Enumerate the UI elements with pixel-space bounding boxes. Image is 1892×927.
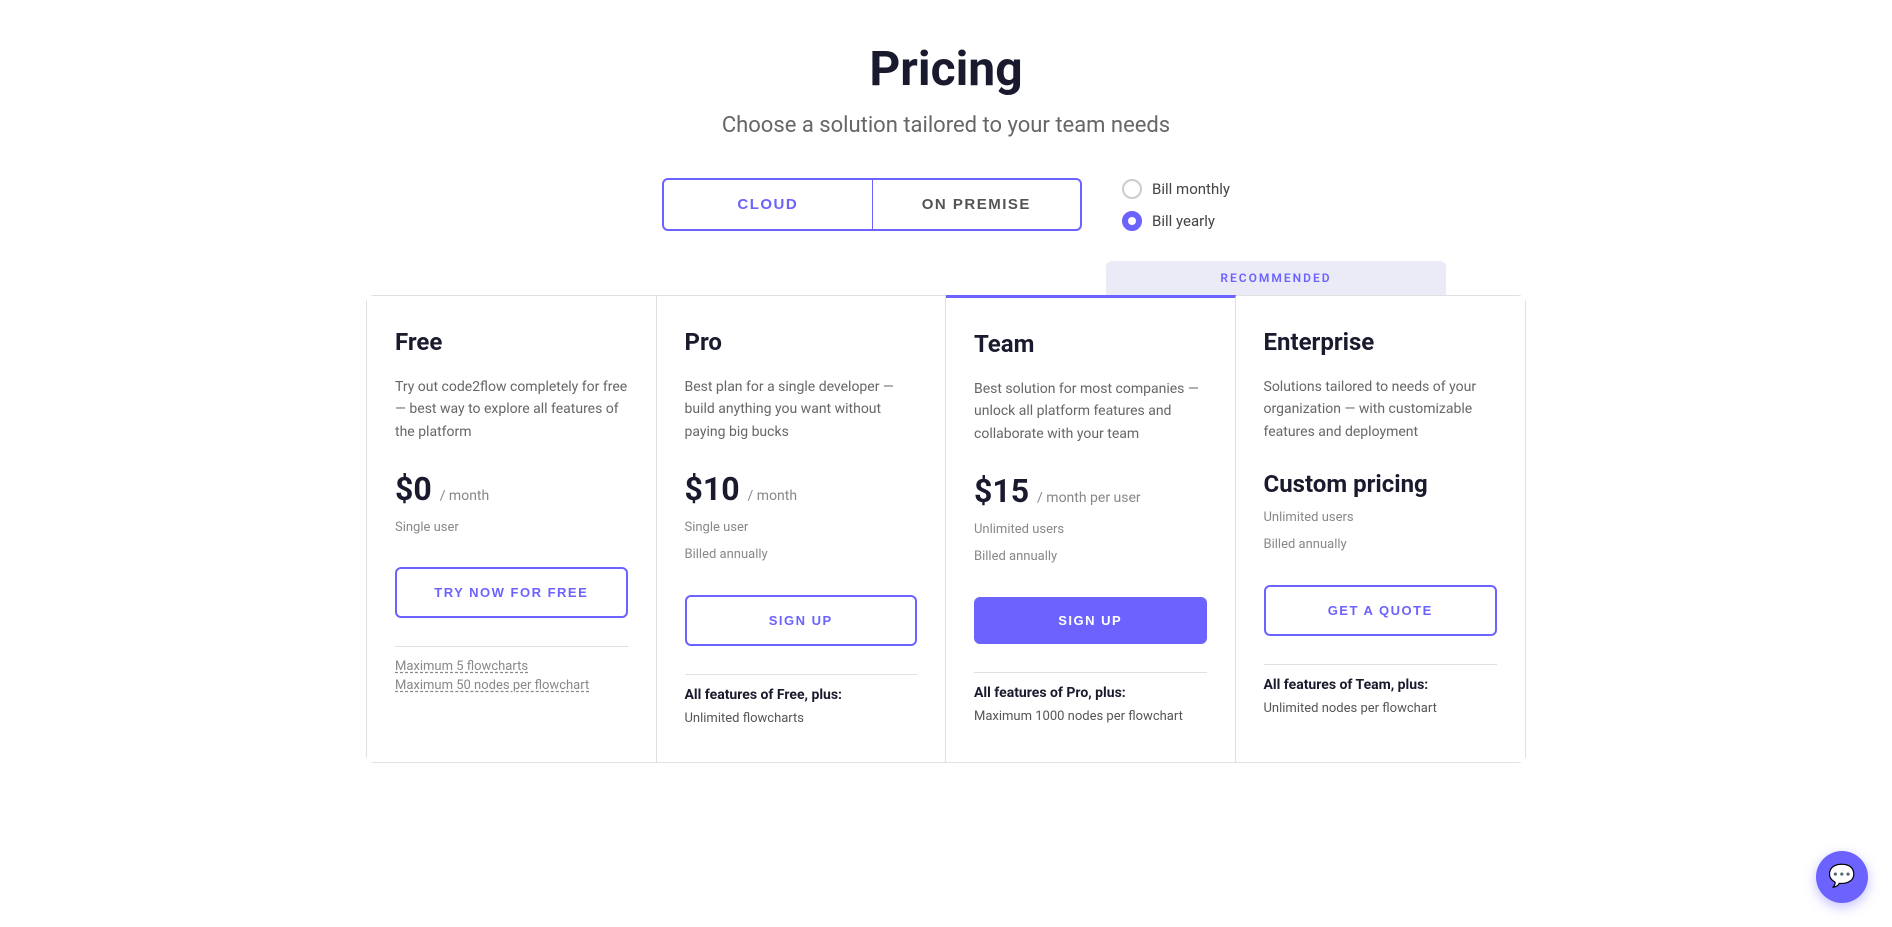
try-now-button[interactable]: TRY NOW FOR FREE: [395, 567, 628, 618]
plan-card-pro: Pro Best plan for a single developer — b…: [657, 296, 947, 762]
divider-pro: [685, 674, 918, 675]
plan-user-info-team-2: Billed annually: [974, 545, 1207, 568]
plan-description-team: Best solution for most companies — unloc…: [974, 378, 1207, 448]
features-header-pro: All features of Free, plus:: [685, 687, 918, 703]
plan-user-info-team-1: Unlimited users: [974, 518, 1207, 541]
on-premise-tab[interactable]: ON PREMISE: [873, 180, 1081, 229]
bill-monthly-label: Bill monthly: [1152, 180, 1230, 198]
plan-description-enterprise: Solutions tailored to needs of your orga…: [1264, 376, 1498, 446]
cloud-tab[interactable]: CLOUD: [664, 180, 873, 229]
billing-options: Bill monthly Bill yearly: [1122, 179, 1230, 231]
price-period-free: / month: [440, 488, 490, 504]
bill-yearly-label: Bill yearly: [1152, 212, 1215, 230]
bill-yearly-option[interactable]: Bill yearly: [1122, 211, 1230, 231]
bill-yearly-radio[interactable]: [1122, 211, 1142, 231]
chat-bubble[interactable]: 💬: [1816, 851, 1868, 903]
plan-user-info-enterprise-2: Billed annually: [1264, 533, 1498, 556]
price-amount-pro: $10: [685, 470, 740, 508]
features-header-enterprise: All features of Team, plus:: [1264, 677, 1498, 693]
plan-name-team: Team: [974, 330, 1207, 358]
recommended-banner: RECOMMENDED: [1106, 261, 1446, 295]
plan-user-info-free: Single user: [395, 516, 628, 539]
feature-pro-1: Unlimited flowcharts: [685, 711, 918, 726]
page-subtitle: Choose a solution tailored to your team …: [366, 113, 1526, 138]
divider-team: [974, 672, 1207, 673]
plan-card-team: Team Best solution for most companies — …: [946, 295, 1236, 762]
plans-grid: Free Try out code2flow completely for fr…: [366, 295, 1526, 763]
bill-monthly-option[interactable]: Bill monthly: [1122, 179, 1230, 199]
plan-cta-team: SIGN UP: [974, 597, 1207, 644]
plan-name-enterprise: Enterprise: [1264, 328, 1498, 356]
plan-name-free: Free: [395, 328, 628, 356]
plan-type-toggle: CLOUD ON PREMISE: [662, 178, 1082, 231]
feature-free-1: Maximum 5 flowcharts: [395, 659, 628, 674]
plan-description-pro: Best plan for a single developer — build…: [685, 376, 918, 446]
price-period-team: / month per user: [1037, 490, 1141, 506]
plan-cta-enterprise: GET A QUOTE: [1264, 585, 1498, 636]
price-amount-team: $15: [974, 472, 1029, 510]
sign-up-team-button[interactable]: SIGN UP: [974, 597, 1207, 644]
sign-up-pro-button[interactable]: SIGN UP: [685, 595, 918, 646]
divider-enterprise: [1264, 664, 1498, 665]
plan-price-free: $0 / month: [395, 470, 628, 508]
chat-icon: 💬: [1828, 866, 1855, 888]
recommended-banner-row: RECOMMENDED: [366, 261, 1526, 295]
plan-user-info-enterprise-1: Unlimited users: [1264, 506, 1498, 529]
feature-free-2: Maximum 50 nodes per flowchart: [395, 678, 628, 693]
plan-price-team: $15 / month per user: [974, 472, 1207, 510]
bill-monthly-radio[interactable]: [1122, 179, 1142, 199]
plan-name-pro: Pro: [685, 328, 918, 356]
price-period-pro: / month: [748, 488, 798, 504]
divider-free: [395, 646, 628, 647]
plan-price-pro: $10 / month: [685, 470, 918, 508]
get-quote-button[interactable]: GET A QUOTE: [1264, 585, 1498, 636]
plan-cta-pro: SIGN UP: [685, 595, 918, 646]
toggle-billing-section: CLOUD ON PREMISE Bill monthly Bill yearl…: [366, 178, 1526, 231]
feature-team-1: Maximum 1000 nodes per flowchart: [974, 709, 1207, 724]
plan-user-info-pro-2: Billed annually: [685, 543, 918, 566]
plan-card-free: Free Try out code2flow completely for fr…: [367, 296, 657, 762]
price-amount-free: $0: [395, 470, 432, 508]
features-header-team: All features of Pro, plus:: [974, 685, 1207, 701]
page-title: Pricing: [366, 40, 1526, 97]
price-custom-enterprise: Custom pricing: [1264, 470, 1498, 498]
plan-user-info-pro-1: Single user: [685, 516, 918, 539]
plan-cta-free: TRY NOW FOR FREE: [395, 567, 628, 618]
feature-enterprise-1: Unlimited nodes per flowchart: [1264, 701, 1498, 716]
plan-card-enterprise: Enterprise Solutions tailored to needs o…: [1236, 296, 1526, 762]
plan-description-free: Try out code2flow completely for free — …: [395, 376, 628, 446]
